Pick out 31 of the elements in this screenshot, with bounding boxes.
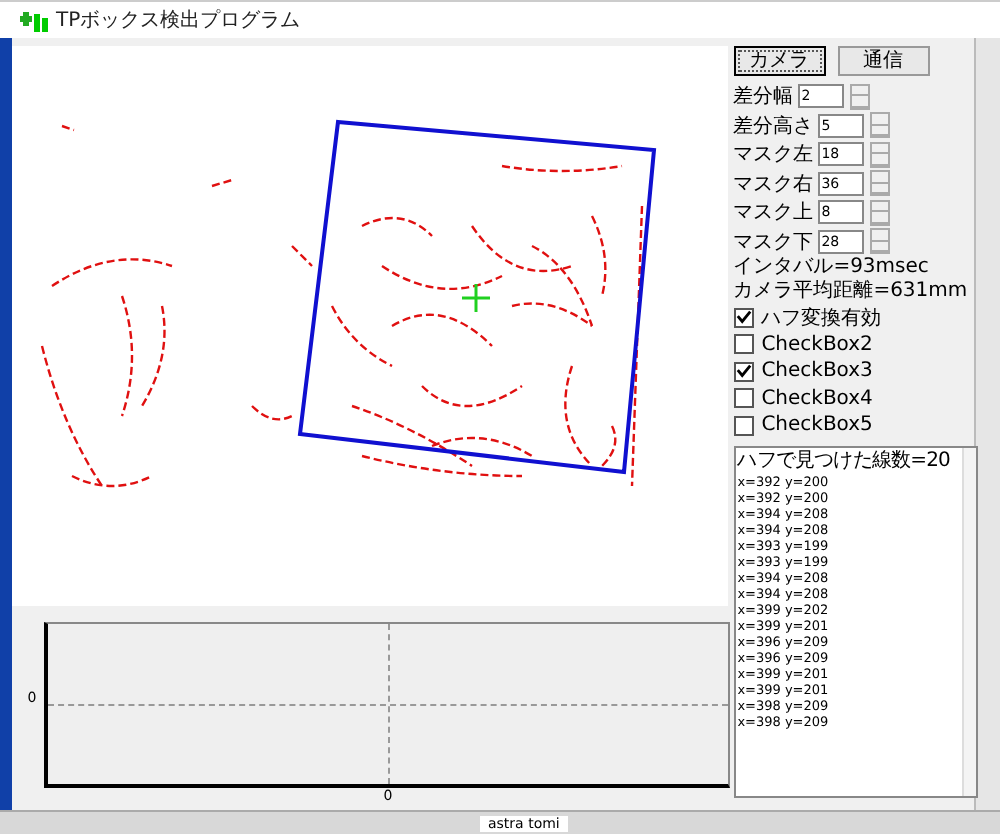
toolbar-button[interactable]: 通信 — [837, 46, 930, 76]
spin-buttons[interactable] — [849, 83, 870, 110]
checkbox[interactable] — [733, 388, 754, 409]
spinner-label: マスク右 — [733, 171, 814, 198]
toolbar-button[interactable]: カメラ — [733, 46, 826, 76]
spin-buttons[interactable] — [869, 228, 890, 255]
checkbox[interactable] — [733, 334, 754, 355]
status-text: カメラ平均距離=631mm — [733, 280, 970, 304]
crosshair-icon — [461, 284, 490, 312]
spinner-label: マスク下 — [733, 229, 814, 256]
checkbox[interactable] — [733, 361, 754, 382]
checkbox-label: CheckBox3 — [761, 360, 873, 383]
spinner-label: 差分高さ — [733, 113, 814, 140]
checkbox-label: CheckBox4 — [761, 387, 873, 410]
spinner-label: マスク上 — [733, 199, 814, 227]
spinner-label: 差分幅 — [733, 84, 794, 111]
status-text: インタバル=93msec — [733, 256, 931, 280]
spin-buttons[interactable] — [869, 170, 890, 197]
log-line: ハフで見つけた線数=20 — [737, 449, 952, 473]
checkbox-label: CheckBox2 — [761, 333, 873, 356]
checkbox-label: ハフ変換有効 — [761, 305, 882, 332]
spin-buttons[interactable] — [869, 199, 890, 226]
scrollbar[interactable] — [961, 447, 976, 796]
app-icon — [20, 8, 48, 32]
spin-buttons[interactable] — [869, 112, 890, 139]
checkbox[interactable] — [733, 415, 754, 436]
spin-buttons[interactable] — [869, 141, 890, 168]
spinner-label: マスク左 — [733, 142, 814, 169]
checkbox[interactable] — [733, 307, 754, 328]
window-title: TPボックス検出プログラム — [56, 7, 301, 34]
checkbox-label: CheckBox5 — [761, 414, 873, 437]
